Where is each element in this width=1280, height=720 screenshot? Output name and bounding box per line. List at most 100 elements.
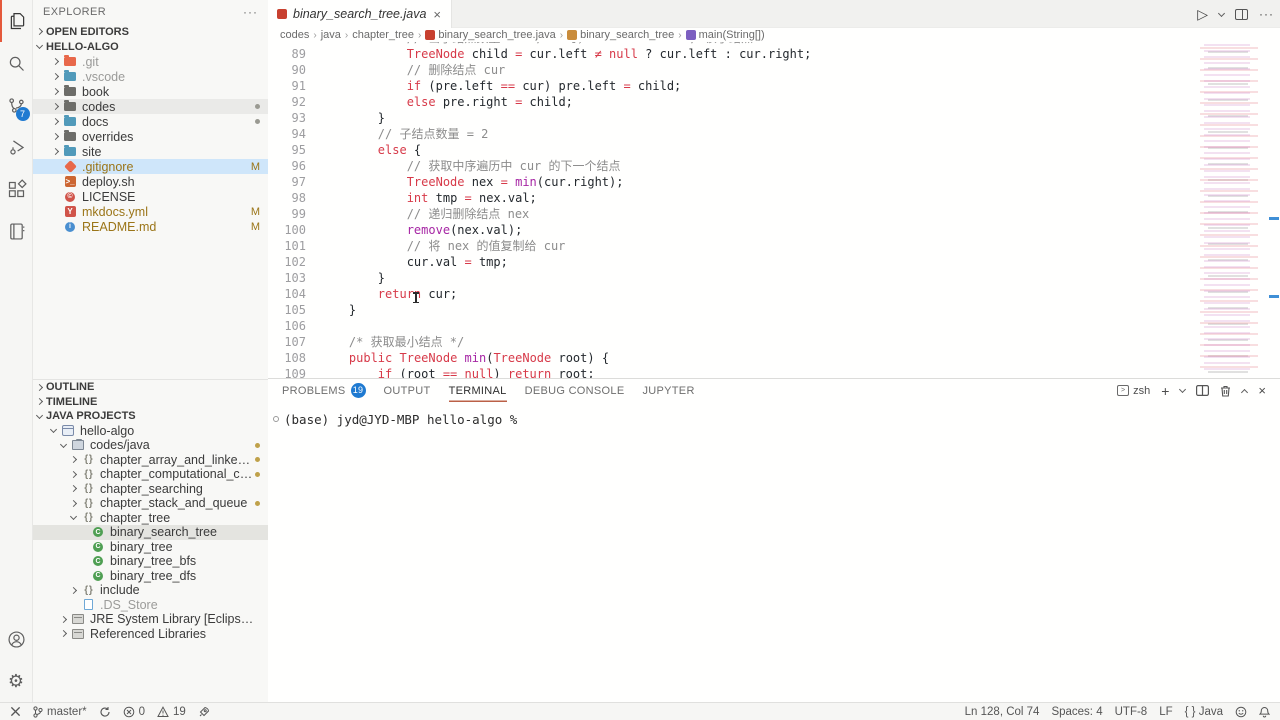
line-number: 109 <box>268 366 320 378</box>
run-button[interactable]: ▷ <box>1197 6 1208 23</box>
tab-binary-search-tree[interactable]: binary_search_tree.java × <box>268 0 452 28</box>
section-timeline[interactable]: TIMELINE <box>33 395 268 410</box>
kill-terminal-trash-icon[interactable] <box>1220 385 1231 397</box>
status--java[interactable]: { } Java <box>1185 706 1223 718</box>
explorer-item-codes[interactable]: codes <box>33 99 268 114</box>
run-dropdown-chevron-icon[interactable] <box>1218 9 1225 16</box>
explorer-item--gitignore[interactable]: .gitignoreM <box>33 159 268 174</box>
line-content: else pre.right = child; <box>320 94 573 110</box>
explorer-item-mkdocs-yml[interactable]: Ymkdocs.ymlM <box>33 204 268 219</box>
folder-gray-icon <box>63 100 77 113</box>
jp-item-codes-java[interactable]: codes/java <box>33 438 268 453</box>
status-lf[interactable]: LF <box>1159 706 1172 718</box>
chevron-down-icon <box>60 441 67 448</box>
chevron-right-icon <box>60 616 67 623</box>
panel-tab-jupyter[interactable]: JUPYTER <box>642 379 694 402</box>
jp-item--ds-store[interactable]: .DS_Store <box>33 598 268 613</box>
problems-badge: 19 <box>351 383 366 398</box>
split-terminal-icon[interactable] <box>1196 385 1209 396</box>
maximize-panel-chevron-icon[interactable] <box>1241 388 1248 395</box>
editor-more-actions-icon[interactable]: ··· <box>1259 7 1274 21</box>
explorer-more-actions-icon[interactable]: ··· <box>243 5 258 19</box>
status-error[interactable]: 0 <box>123 706 145 718</box>
status-sync[interactable] <box>99 706 111 718</box>
minimap[interactable] <box>1196 44 1268 374</box>
section-open-editors[interactable]: OPEN EDITORS <box>33 24 268 39</box>
breadcrumb-item[interactable]: binary_search_tree <box>567 29 674 41</box>
breadcrumb-item[interactable]: codes <box>280 29 309 41</box>
jp-item-chapter-searching[interactable]: { }chapter_searching <box>33 482 268 497</box>
panel-tab-debug-console[interactable]: DEBUG CONSOLE <box>525 379 625 402</box>
jp-item-include[interactable]: { }include <box>33 583 268 598</box>
settings-gear-icon[interactable]: ⚙ <box>0 660 33 702</box>
overview-ruler[interactable] <box>1268 42 1280 378</box>
jp-item-binary-tree-dfs[interactable]: Cbinary_tree_dfs <box>33 569 268 584</box>
jp-item-binary-tree-bfs[interactable]: Cbinary_tree_bfs <box>33 554 268 569</box>
explorer-item-docs[interactable]: docs <box>33 114 268 129</box>
status-branch[interactable]: master* <box>33 706 87 718</box>
line-number: 106 <box>268 318 320 334</box>
explorer-item-site[interactable]: site <box>33 144 268 159</box>
item-label: hello-algo <box>80 424 134 438</box>
sidebar-bottom-sections: OUTLINE TIMELINE JAVA PROJECTS hello-alg… <box>33 379 268 641</box>
tab-close-icon[interactable]: × <box>432 7 442 22</box>
panel-tab-output[interactable]: OUTPUT <box>384 379 431 402</box>
jp-item-binary-search-tree[interactable]: Cbinary_search_tree <box>33 525 268 540</box>
status-ln-128-col-74[interactable]: Ln 128, Col 74 <box>965 706 1040 718</box>
extensions-icon[interactable] <box>0 168 33 210</box>
code-line-94: 94 // 子结点数量 = 2 <box>268 126 1280 142</box>
terminal-shell-selector[interactable]: > zsh <box>1117 385 1150 397</box>
new-terminal-icon[interactable]: + <box>1161 383 1169 399</box>
jp-item-binary-tree[interactable]: Cbinary_tree <box>33 540 268 555</box>
panel-tab-terminal[interactable]: TERMINAL <box>449 379 507 402</box>
status-utf-8[interactable]: UTF-8 <box>1115 706 1148 718</box>
explorer-item--vscode[interactable]: .vscode <box>33 69 268 84</box>
status-bell[interactable] <box>1259 706 1270 718</box>
class-icon: C <box>91 555 105 568</box>
jp-item-hello-algo[interactable]: hello-algo <box>33 424 268 439</box>
source-control-icon[interactable]: 7 <box>0 84 33 126</box>
breadcrumb-item[interactable]: main(String[]) <box>686 29 765 41</box>
run-debug-icon[interactable] <box>0 126 33 168</box>
terminal-dropdown-chevron-icon[interactable] <box>1179 386 1186 393</box>
folder-gray-icon <box>63 85 77 98</box>
jp-item-chapter-stack-and-queue[interactable]: { }chapter_stack_and_queue <box>33 496 268 511</box>
close-panel-icon[interactable]: × <box>1258 383 1266 398</box>
explorer-item-overrides[interactable]: overrides <box>33 129 268 144</box>
section-root-folder[interactable]: HELLO-ALGO <box>33 39 268 54</box>
code-editor[interactable]: 88 // 当子结点数量 = 0 / 1 时， child = null / 该… <box>268 42 1280 378</box>
jp-item-chapter-computational-complexity[interactable]: { }chapter_computational_complexity <box>33 467 268 482</box>
panel-tab-label: PROBLEMS <box>282 385 346 397</box>
jp-item-chapter-tree[interactable]: { }chapter_tree <box>33 511 268 526</box>
status-spaces-4[interactable]: Spaces: 4 <box>1051 706 1102 718</box>
jp-item-referenced-libraries[interactable]: Referenced Libraries <box>33 627 268 642</box>
line-content: } <box>320 270 385 286</box>
explorer-item-book[interactable]: book <box>33 84 268 99</box>
code-line-100: 100 remove(nex.val); <box>268 222 1280 238</box>
status-warning[interactable]: 19 <box>157 706 186 718</box>
panel-tab-problems[interactable]: PROBLEMS 19 <box>282 379 366 402</box>
account-icon[interactable] <box>0 618 33 660</box>
terminal[interactable]: (base) jyd@JYD-MBP hello-algo % <box>268 402 1280 427</box>
split-editor-icon[interactable] <box>1235 9 1248 20</box>
jp-item-jre-system-library-eclipse-temurin-17-17-[interactable]: JRE System Library [Eclipse Temurin 17 [… <box>33 612 268 627</box>
section-outline[interactable]: OUTLINE <box>33 380 268 395</box>
explorer-item-deploy-sh[interactable]: >_deploy.sh <box>33 174 268 189</box>
search-icon[interactable] <box>0 42 33 84</box>
explorer-item-readme-md[interactable]: iREADME.mdM <box>33 219 268 234</box>
breadcrumb-item[interactable]: chapter_tree <box>352 29 414 41</box>
panel-tab-label: OUTPUT <box>384 385 431 397</box>
explorer-item-license[interactable]: ©LICENSE <box>33 189 268 204</box>
jp-item-chapter-array-and-linkedlist[interactable]: { }chapter_array_and_linkedlist <box>33 453 268 468</box>
status-remote[interactable] <box>10 706 21 717</box>
item-label: Referenced Libraries <box>90 627 206 641</box>
breadcrumb-item[interactable]: binary_search_tree.java <box>425 29 555 41</box>
notebook-icon[interactable] <box>0 210 33 252</box>
section-java-projects[interactable]: JAVA PROJECTS <box>33 409 268 424</box>
breadcrumb-item[interactable]: java <box>321 29 341 41</box>
explorer-item--git[interactable]: .git <box>33 54 268 69</box>
explorer-icon[interactable] <box>0 0 33 42</box>
status-feedback[interactable] <box>1235 706 1247 718</box>
status-rocket[interactable] <box>198 706 210 718</box>
breadcrumb-label: codes <box>280 29 309 41</box>
